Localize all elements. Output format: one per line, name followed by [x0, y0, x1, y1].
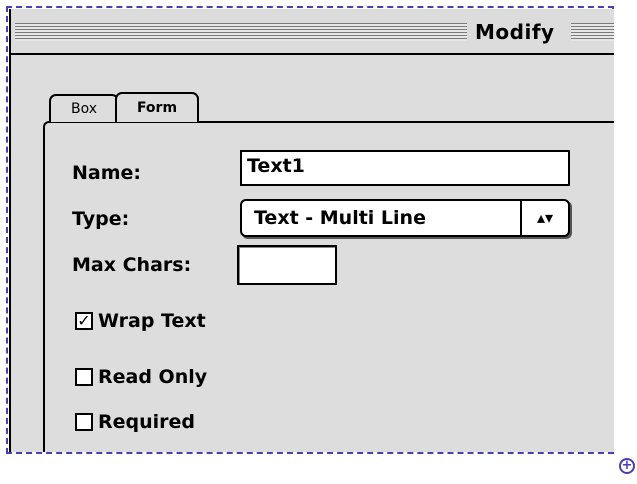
- title-bar-stripes-left: [15, 23, 467, 41]
- name-field[interactable]: Text1: [240, 150, 570, 186]
- type-popup-value: Text - Multi Line: [254, 207, 426, 229]
- type-label: Type:: [72, 208, 130, 230]
- marquee-bottom-edge: [6, 452, 614, 454]
- required-checkbox[interactable]: [75, 413, 93, 431]
- name-label: Name:: [72, 162, 142, 184]
- read-only-label: Read Only: [98, 366, 208, 388]
- up-down-arrows-icon: ▴▾: [520, 201, 568, 235]
- required-label: Required: [98, 411, 196, 433]
- wrap-text-label: Wrap Text: [98, 310, 206, 332]
- tab-form[interactable]: Form: [115, 92, 199, 122]
- window-title: Modify: [475, 20, 555, 44]
- type-popup-menu[interactable]: Text - Multi Line ▴▾: [240, 199, 570, 237]
- title-bar[interactable]: Modify: [11, 9, 614, 55]
- title-bar-stripes-right: [571, 23, 614, 41]
- checkmark-icon: ✓: [77, 311, 91, 330]
- read-only-checkbox[interactable]: [75, 368, 93, 386]
- modify-palette: Modify Box Form Name: Text1 Type: Text -…: [9, 9, 614, 452]
- marquee-left-edge: [6, 6, 8, 454]
- wrap-text-checkbox[interactable]: ✓: [75, 312, 93, 330]
- max-chars-field[interactable]: [237, 245, 337, 285]
- tab-box[interactable]: Box: [49, 94, 119, 122]
- max-chars-label: Max Chars:: [72, 254, 192, 276]
- marquee-top-edge: [6, 6, 614, 8]
- zoom-in-icon[interactable]: +: [619, 458, 635, 474]
